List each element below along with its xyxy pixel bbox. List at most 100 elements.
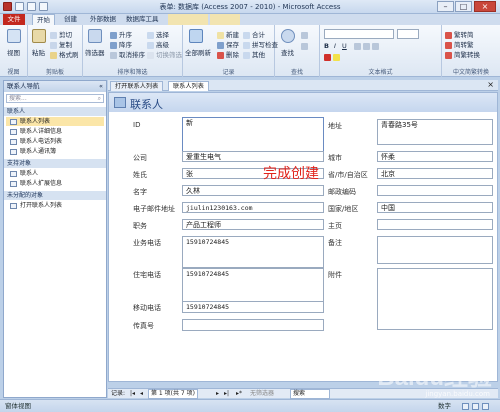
doc-tab-contact-list[interactable]: 联系人列表 [168, 81, 209, 91]
nav-group-contacts[interactable]: 联系人 [4, 107, 106, 116]
close-doc-icon[interactable]: × [487, 80, 494, 89]
toggle-filter-button[interactable]: 切换筛选 [147, 49, 182, 59]
paste-button[interactable]: 粘贴 [32, 47, 45, 57]
nav-item-contacts-extended[interactable]: 联系人扩展信息 [10, 179, 62, 188]
find-button[interactable]: 查找 [281, 47, 294, 57]
field-fax[interactable] [182, 319, 324, 331]
label-business-phone: 业务电话 [133, 239, 161, 247]
tab-create[interactable]: 创建 [60, 14, 81, 25]
nav-item-contact-address-book[interactable]: 联系人通讯簿 [10, 147, 56, 156]
view-button[interactable]: 视图 [7, 47, 20, 57]
field-first-name[interactable]: 久林 [182, 185, 324, 196]
ascending-button[interactable]: 升序 [110, 29, 132, 39]
form-view-icon[interactable] [462, 403, 469, 410]
tab-context[interactable] [168, 14, 208, 25]
simp-to-trad-button[interactable]: 简转繁 [445, 39, 474, 49]
copy-button[interactable]: 复制 [50, 39, 72, 49]
font-size-select[interactable] [397, 29, 419, 39]
refresh-icon[interactable] [189, 29, 203, 43]
prev-record-button[interactable]: ◂ [140, 389, 143, 399]
field-city[interactable]: 怀柔 [377, 151, 493, 162]
spelling-button[interactable]: 拼写检查 [243, 39, 278, 49]
advanced-button[interactable]: 高级 [147, 39, 169, 49]
filter-icon[interactable] [88, 29, 102, 43]
convert-button[interactable]: 简繁转换 [445, 49, 480, 59]
field-business-phone[interactable]: 15910724845 [182, 236, 324, 268]
field-mobile-phone[interactable]: 15910724845 [182, 301, 324, 313]
doc-tab-open-contact-list[interactable]: 打开联系人列表 [110, 81, 164, 91]
selection-button[interactable]: 选择 [147, 29, 169, 39]
field-notes[interactable] [377, 236, 493, 264]
delete-record-button[interactable]: 删除 [217, 49, 239, 59]
cut-button[interactable]: 剪切 [50, 29, 72, 39]
nav-group-support[interactable]: 支持对象 [4, 159, 106, 168]
tab-external-data[interactable]: 外部数据 [86, 14, 120, 25]
tab-database-tools[interactable]: 数据库工具 [122, 14, 163, 25]
nav-item-contact-list[interactable]: 联系人列表 [6, 117, 104, 126]
record-position-input[interactable]: 第 1 项(共 7 项) [148, 389, 198, 399]
tab-context-2[interactable] [210, 14, 240, 25]
tab-home[interactable]: 开始 [32, 14, 55, 25]
format-painter-button[interactable]: 格式刷 [50, 49, 79, 59]
filter-status[interactable]: 无筛选器 [250, 389, 274, 399]
record-search-input[interactable]: 搜索 [290, 389, 330, 399]
remove-sort-button[interactable]: 取消排序 [110, 49, 145, 59]
refresh-all-button[interactable]: 全部刷新 [185, 47, 211, 57]
close-button[interactable]: × [474, 1, 496, 12]
last-record-button[interactable]: ▸| [224, 389, 229, 399]
field-attachments[interactable] [377, 268, 493, 330]
field-country[interactable]: 中国 [377, 202, 493, 213]
save-record-button[interactable]: 保存 [217, 39, 239, 49]
simp-trad-icon [445, 41, 452, 49]
nav-item-label: 联系人详细信息 [20, 128, 63, 135]
field-home-phone[interactable]: 15910724845 [182, 268, 324, 302]
align-icons[interactable] [354, 42, 381, 50]
tab-file[interactable]: 文件 [3, 14, 25, 25]
replace-icon[interactable] [301, 31, 310, 39]
first-record-button[interactable]: |◂ [130, 389, 135, 399]
group-label-chinese: 中文简繁转换 [452, 69, 489, 76]
label-email: 电子邮件地址 [133, 205, 175, 213]
descending-button[interactable]: 降序 [110, 39, 132, 49]
paste-icon[interactable] [32, 29, 46, 43]
field-job-title[interactable]: 产品工程师 [182, 219, 324, 230]
filter-button[interactable]: 筛选器 [85, 47, 105, 57]
maximize-button[interactable]: □ [455, 1, 472, 12]
underline-button[interactable]: U [342, 42, 347, 50]
table-icon [10, 170, 17, 177]
field-email[interactable]: jiulin1230163.com [182, 202, 324, 213]
field-province[interactable]: 北京 [377, 168, 493, 179]
nav-item-contact-details[interactable]: 联系人详细信息 [10, 127, 62, 136]
minimize-button[interactable]: – [437, 1, 454, 12]
nav-search-input[interactable]: 搜索... ⌕ [6, 94, 104, 103]
nav-item-open-contact-list[interactable]: 打开联系人列表 [10, 201, 62, 210]
field-postal-code[interactable] [377, 185, 493, 196]
next-record-button[interactable]: ▸ [216, 389, 219, 399]
toggle-filter-icon [147, 51, 154, 59]
collapse-nav-icon[interactable]: « [99, 81, 103, 92]
new-record-button[interactable]: 新建 [217, 29, 239, 39]
totals-button[interactable]: 合计 [243, 29, 265, 39]
field-company[interactable]: 爱重生电气 [182, 151, 324, 162]
design-view-icon[interactable] [482, 403, 489, 410]
layout-view-icon[interactable] [472, 403, 479, 410]
font-name-select[interactable] [324, 29, 394, 39]
nav-item-contacts-table[interactable]: 联系人 [10, 169, 38, 178]
italic-button[interactable]: I [334, 42, 336, 50]
trad-to-simp-button[interactable]: 繁转简 [445, 29, 474, 39]
view-icon[interactable] [7, 29, 21, 43]
nav-search-placeholder: 搜索... [9, 95, 27, 102]
nav-item-contact-phone-list[interactable]: 联系人电话列表 [10, 137, 62, 146]
nav-header[interactable]: 联系人导航 « [4, 81, 106, 92]
goto-icon[interactable] [301, 42, 310, 50]
field-address[interactable]: 青春路35号 [377, 119, 493, 145]
field-homepage[interactable] [377, 219, 493, 230]
bold-button[interactable]: B [324, 42, 329, 50]
new-record-nav-button[interactable]: ▸* [236, 389, 242, 399]
nav-group-unassigned[interactable]: 未分配的对象 [4, 191, 106, 200]
find-icon[interactable] [281, 29, 295, 43]
spelling-icon [243, 41, 250, 49]
more-button[interactable]: 其他 [243, 49, 265, 59]
search-icon[interactable]: ⌕ [98, 95, 101, 102]
font-color-button[interactable] [324, 53, 342, 61]
